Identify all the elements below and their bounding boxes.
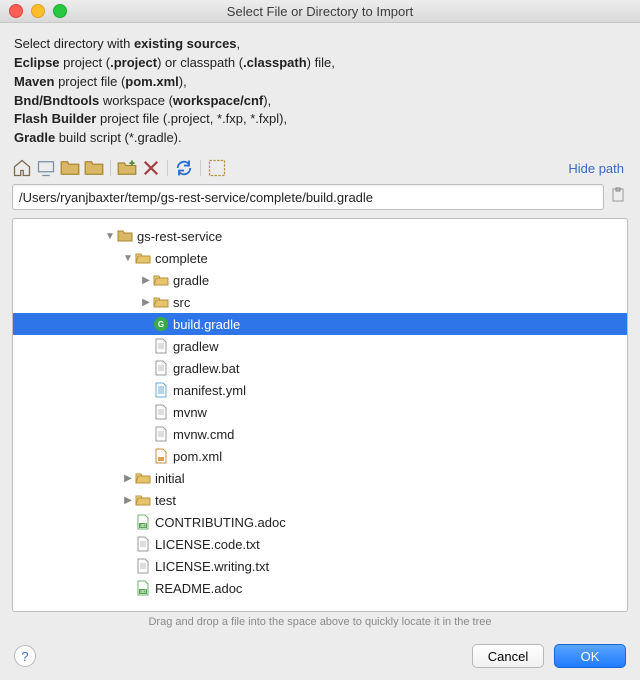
tree-row[interactable]: ▶ gradle	[13, 269, 627, 291]
tree-item-label: build.gradle	[173, 317, 240, 332]
tree-item-label: CONTRIBUTING.adoc	[155, 515, 286, 530]
tree-row[interactable]: README.adoc	[13, 577, 627, 599]
toolbar: Hide path	[0, 156, 640, 184]
folder-open-icon	[153, 272, 169, 288]
tree-row[interactable]: ▼ gs-rest-service	[13, 225, 627, 247]
tree-row[interactable]: ▶ src	[13, 291, 627, 313]
file-icon	[153, 338, 169, 354]
paste-path-button[interactable]	[610, 187, 628, 207]
adoc-icon	[135, 580, 151, 596]
file-icon	[153, 426, 169, 442]
tree-item-label: mvnw	[173, 405, 207, 420]
gradle-icon	[153, 316, 169, 332]
show-hidden-button[interactable]	[207, 158, 227, 178]
tree-item-label: mvnw.cmd	[173, 427, 234, 442]
tree-row[interactable]: mvnw	[13, 401, 627, 423]
yml-icon	[153, 382, 169, 398]
window-title: Select File or Directory to Import	[0, 4, 640, 19]
separator-icon	[167, 160, 168, 176]
folder-icon	[117, 228, 133, 244]
file-tree[interactable]: ▼gs-rest-service▼complete▶gradle▶srcbuil…	[12, 218, 628, 612]
chevron-right-icon[interactable]: ▶	[121, 495, 135, 506]
home-button[interactable]	[12, 158, 32, 178]
file-icon	[153, 404, 169, 420]
delete-button[interactable]	[141, 158, 161, 178]
tree-row[interactable]: mvnw.cmd	[13, 423, 627, 445]
file-icon	[135, 536, 151, 552]
refresh-button[interactable]	[174, 158, 194, 178]
tree-row[interactable]: CONTRIBUTING.adoc	[13, 511, 627, 533]
tree-item-label: initial	[155, 471, 185, 486]
help-button[interactable]: ?	[14, 645, 36, 667]
tree-row[interactable]: gradlew.bat	[13, 357, 627, 379]
tree-row[interactable]: ▶ test	[13, 489, 627, 511]
chevron-right-icon[interactable]: ▶	[121, 473, 135, 484]
folder-open-icon	[135, 492, 151, 508]
tree-item-label: LICENSE.code.txt	[155, 537, 260, 552]
dialog-footer: ? Cancel OK	[0, 638, 640, 680]
tree-row[interactable]: ▼ complete	[13, 247, 627, 269]
folder-open-icon	[135, 470, 151, 486]
hide-path-link[interactable]: Hide path	[568, 161, 624, 176]
tree-row[interactable]: gradlew	[13, 335, 627, 357]
module-button[interactable]	[84, 158, 104, 178]
tree-item-label: manifest.yml	[173, 383, 246, 398]
cancel-button[interactable]: Cancel	[472, 644, 544, 668]
path-input[interactable]	[12, 184, 604, 210]
folder-open-icon	[135, 250, 151, 266]
separator-icon	[200, 160, 201, 176]
project-button[interactable]	[60, 158, 80, 178]
tree-item-label: gradlew	[173, 339, 219, 354]
titlebar: Select File or Directory to Import	[0, 0, 640, 23]
adoc-icon	[135, 514, 151, 530]
chevron-right-icon[interactable]: ▶	[139, 275, 153, 286]
tree-item-label: src	[173, 295, 190, 310]
tree-item-label: gs-rest-service	[137, 229, 222, 244]
chevron-right-icon[interactable]: ▶	[139, 297, 153, 308]
tree-item-label: LICENSE.writing.txt	[155, 559, 269, 574]
separator-icon	[110, 160, 111, 176]
tree-row[interactable]: LICENSE.writing.txt	[13, 555, 627, 577]
tree-item-label: pom.xml	[173, 449, 222, 464]
xml-icon	[153, 448, 169, 464]
drag-hint: Drag and drop a file into the space abov…	[0, 612, 640, 638]
tree-row[interactable]: manifest.yml	[13, 379, 627, 401]
tree-row[interactable]: ▶ initial	[13, 467, 627, 489]
chevron-down-icon[interactable]: ▼	[103, 231, 117, 242]
tree-row[interactable]: build.gradle	[13, 313, 627, 335]
tree-item-label: README.adoc	[155, 581, 242, 596]
tree-row[interactable]: pom.xml	[13, 445, 627, 467]
file-icon	[153, 360, 169, 376]
desktop-button[interactable]	[36, 158, 56, 178]
tree-item-label: complete	[155, 251, 208, 266]
tree-item-label: gradlew.bat	[173, 361, 240, 376]
file-icon	[135, 558, 151, 574]
folder-open-icon	[153, 294, 169, 310]
new-folder-button[interactable]	[117, 158, 137, 178]
dialog-window: Select File or Directory to Import Selec…	[0, 0, 640, 680]
ok-button[interactable]: OK	[554, 644, 626, 668]
tree-item-label: test	[155, 493, 176, 508]
chevron-down-icon[interactable]: ▼	[121, 253, 135, 264]
tree-item-label: gradle	[173, 273, 209, 288]
tree-row[interactable]: LICENSE.code.txt	[13, 533, 627, 555]
